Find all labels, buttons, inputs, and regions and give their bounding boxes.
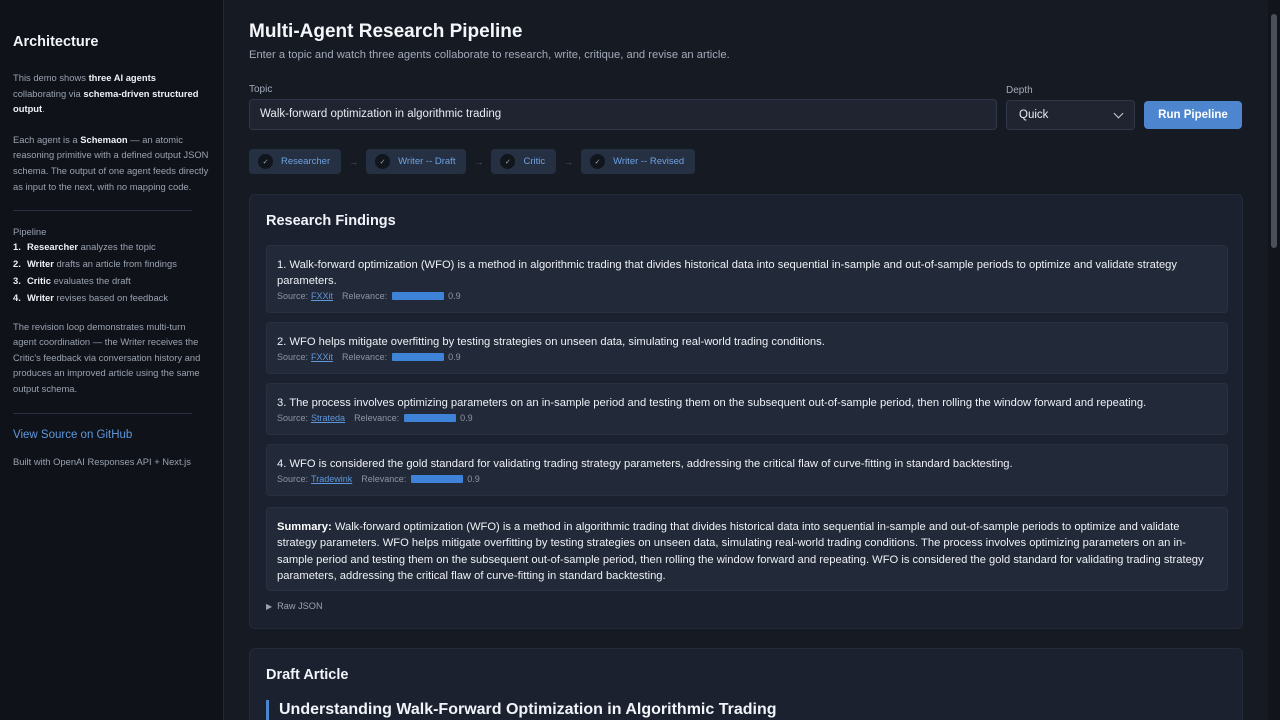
topic-label: Topic (249, 84, 273, 95)
pipeline-item: 4. Writer revises based on feedback (13, 292, 169, 304)
check-icon: ✓ (500, 154, 516, 169)
draft-article-card: Draft Article Understanding Walk-Forward… (249, 648, 1243, 720)
page-scrollbar[interactable] (1268, 0, 1280, 720)
summary-label: Summary: (277, 521, 332, 533)
research-findings-card: Research Findings 1. Walk-forward optimi… (249, 194, 1243, 629)
step-separator-arrow-icon: → (564, 156, 574, 167)
article-heading: Understanding Walk-Forward Optimization … (266, 700, 777, 720)
sidebar-intro-1: This demo shows three AI agents collabor… (13, 72, 199, 115)
finding-meta: Source: FXXit Relevance: 0.9 (277, 352, 461, 362)
raw-json-toggle[interactable]: ▶ Raw JSON (266, 601, 323, 611)
raw-json-label: Raw JSON (277, 601, 323, 611)
summary-text: Walk-forward optimization (WFO) is a met… (277, 521, 1204, 582)
depth-value: Quick (1019, 109, 1049, 121)
step-writer-revised[interactable]: ✓ Writer -- Revised (581, 149, 696, 174)
pipeline-list: 1. Researcher analyzes the topic 2. Writer… (13, 241, 210, 305)
github-link[interactable]: View Source on GitHub (13, 429, 210, 441)
sidebar-intro-2: Each agent is a Schemaon — an atomic rea… (13, 133, 209, 192)
source-link[interactable]: Tradewink (311, 474, 352, 484)
step-researcher[interactable]: ✓ Researcher (249, 149, 342, 174)
step-writer-draft[interactable]: ✓ Writer -- Draft (366, 149, 467, 174)
finding-text: 3. The process involves optimizing param… (277, 397, 1147, 409)
source-link[interactable]: FXXit (311, 291, 333, 301)
caret-right-icon: ▶ (266, 602, 273, 611)
run-pipeline-button[interactable]: Run Pipeline (1144, 101, 1242, 129)
relevance-bar (392, 353, 445, 361)
sidebar-divider (13, 210, 192, 212)
built-with: Built with OpenAI Responses API + Next.j… (13, 455, 191, 467)
pipeline-item: 1. Researcher analyzes the topic (13, 241, 156, 253)
step-label: Writer -- Draft (398, 156, 456, 167)
research-summary: Summary: Walk-forward optimization (WFO)… (266, 507, 1228, 591)
relevance-value: 0.9 (448, 291, 461, 301)
pipeline-item: 3. Critic evaluates the draft (13, 275, 131, 287)
depth-label: Depth (1006, 85, 1033, 96)
page-subtitle: Enter a topic and watch three agents col… (249, 49, 730, 61)
finding-meta: Source: Strateda Relevance: 0.9 (277, 413, 473, 423)
pipeline-label: Pipeline (13, 226, 47, 238)
finding-item: 1. Walk-forward optimization (WFO) is a … (266, 245, 1228, 313)
step-label: Researcher (281, 156, 331, 167)
relevance-bar (404, 414, 457, 422)
scrollbar-thumb[interactable] (1271, 14, 1277, 248)
draft-article-title: Draft Article (266, 667, 349, 683)
revision-text: The revision loop demonstrates multi-tur… (13, 320, 201, 394)
step-label: Critic (523, 156, 546, 167)
step-label: Writer -- Revised (613, 156, 685, 167)
check-icon: ✓ (258, 154, 273, 169)
step-separator-arrow-icon: → (474, 156, 484, 167)
sidebar: Architecture This demo shows three AI ag… (0, 0, 224, 720)
relevance-value: 0.9 (448, 352, 461, 362)
finding-text: 4. WFO is considered the gold standard f… (277, 458, 1013, 470)
depth-select[interactable]: Quick (1006, 100, 1135, 130)
relevance-bar (392, 292, 445, 300)
chevron-down-icon (1113, 108, 1124, 118)
finding-item: 2. WFO helps mitigate overfitting by tes… (266, 322, 1228, 374)
source-link[interactable]: FXXit (311, 352, 333, 362)
check-icon: ✓ (590, 154, 606, 169)
finding-meta: Source: FXXit Relevance: 0.9 (277, 291, 461, 301)
finding-text: 1. Walk-forward optimization (WFO) is a … (277, 259, 1177, 287)
topic-input[interactable]: Walk-forward optimization in algorithmic… (249, 99, 997, 130)
pipeline-steps: ✓ Researcher → ✓ Writer -- Draft → ✓ Critic… (249, 149, 696, 174)
check-icon: ✓ (375, 154, 391, 169)
finding-text: 2. WFO helps mitigate overfitting by tes… (277, 336, 825, 348)
research-findings-title: Research Findings (266, 213, 396, 229)
relevance-value: 0.9 (467, 474, 480, 484)
step-separator-arrow-icon: → (349, 156, 359, 167)
sidebar-title: Architecture (13, 34, 99, 50)
pipeline-item: 2. Writer drafts an article from findings (13, 258, 177, 270)
sidebar-divider (13, 412, 192, 414)
finding-meta: Source: Tradewink Relevance: 0.9 (277, 474, 480, 484)
finding-item: 3. The process involves optimizing param… (266, 383, 1228, 435)
source-link[interactable]: Strateda (311, 413, 345, 423)
page-title: Multi-Agent Research Pipeline (249, 21, 523, 42)
step-critic[interactable]: ✓ Critic (491, 149, 557, 174)
relevance-bar (411, 475, 464, 483)
relevance-value: 0.9 (460, 413, 473, 423)
finding-item: 4. WFO is considered the gold standard f… (266, 444, 1228, 496)
